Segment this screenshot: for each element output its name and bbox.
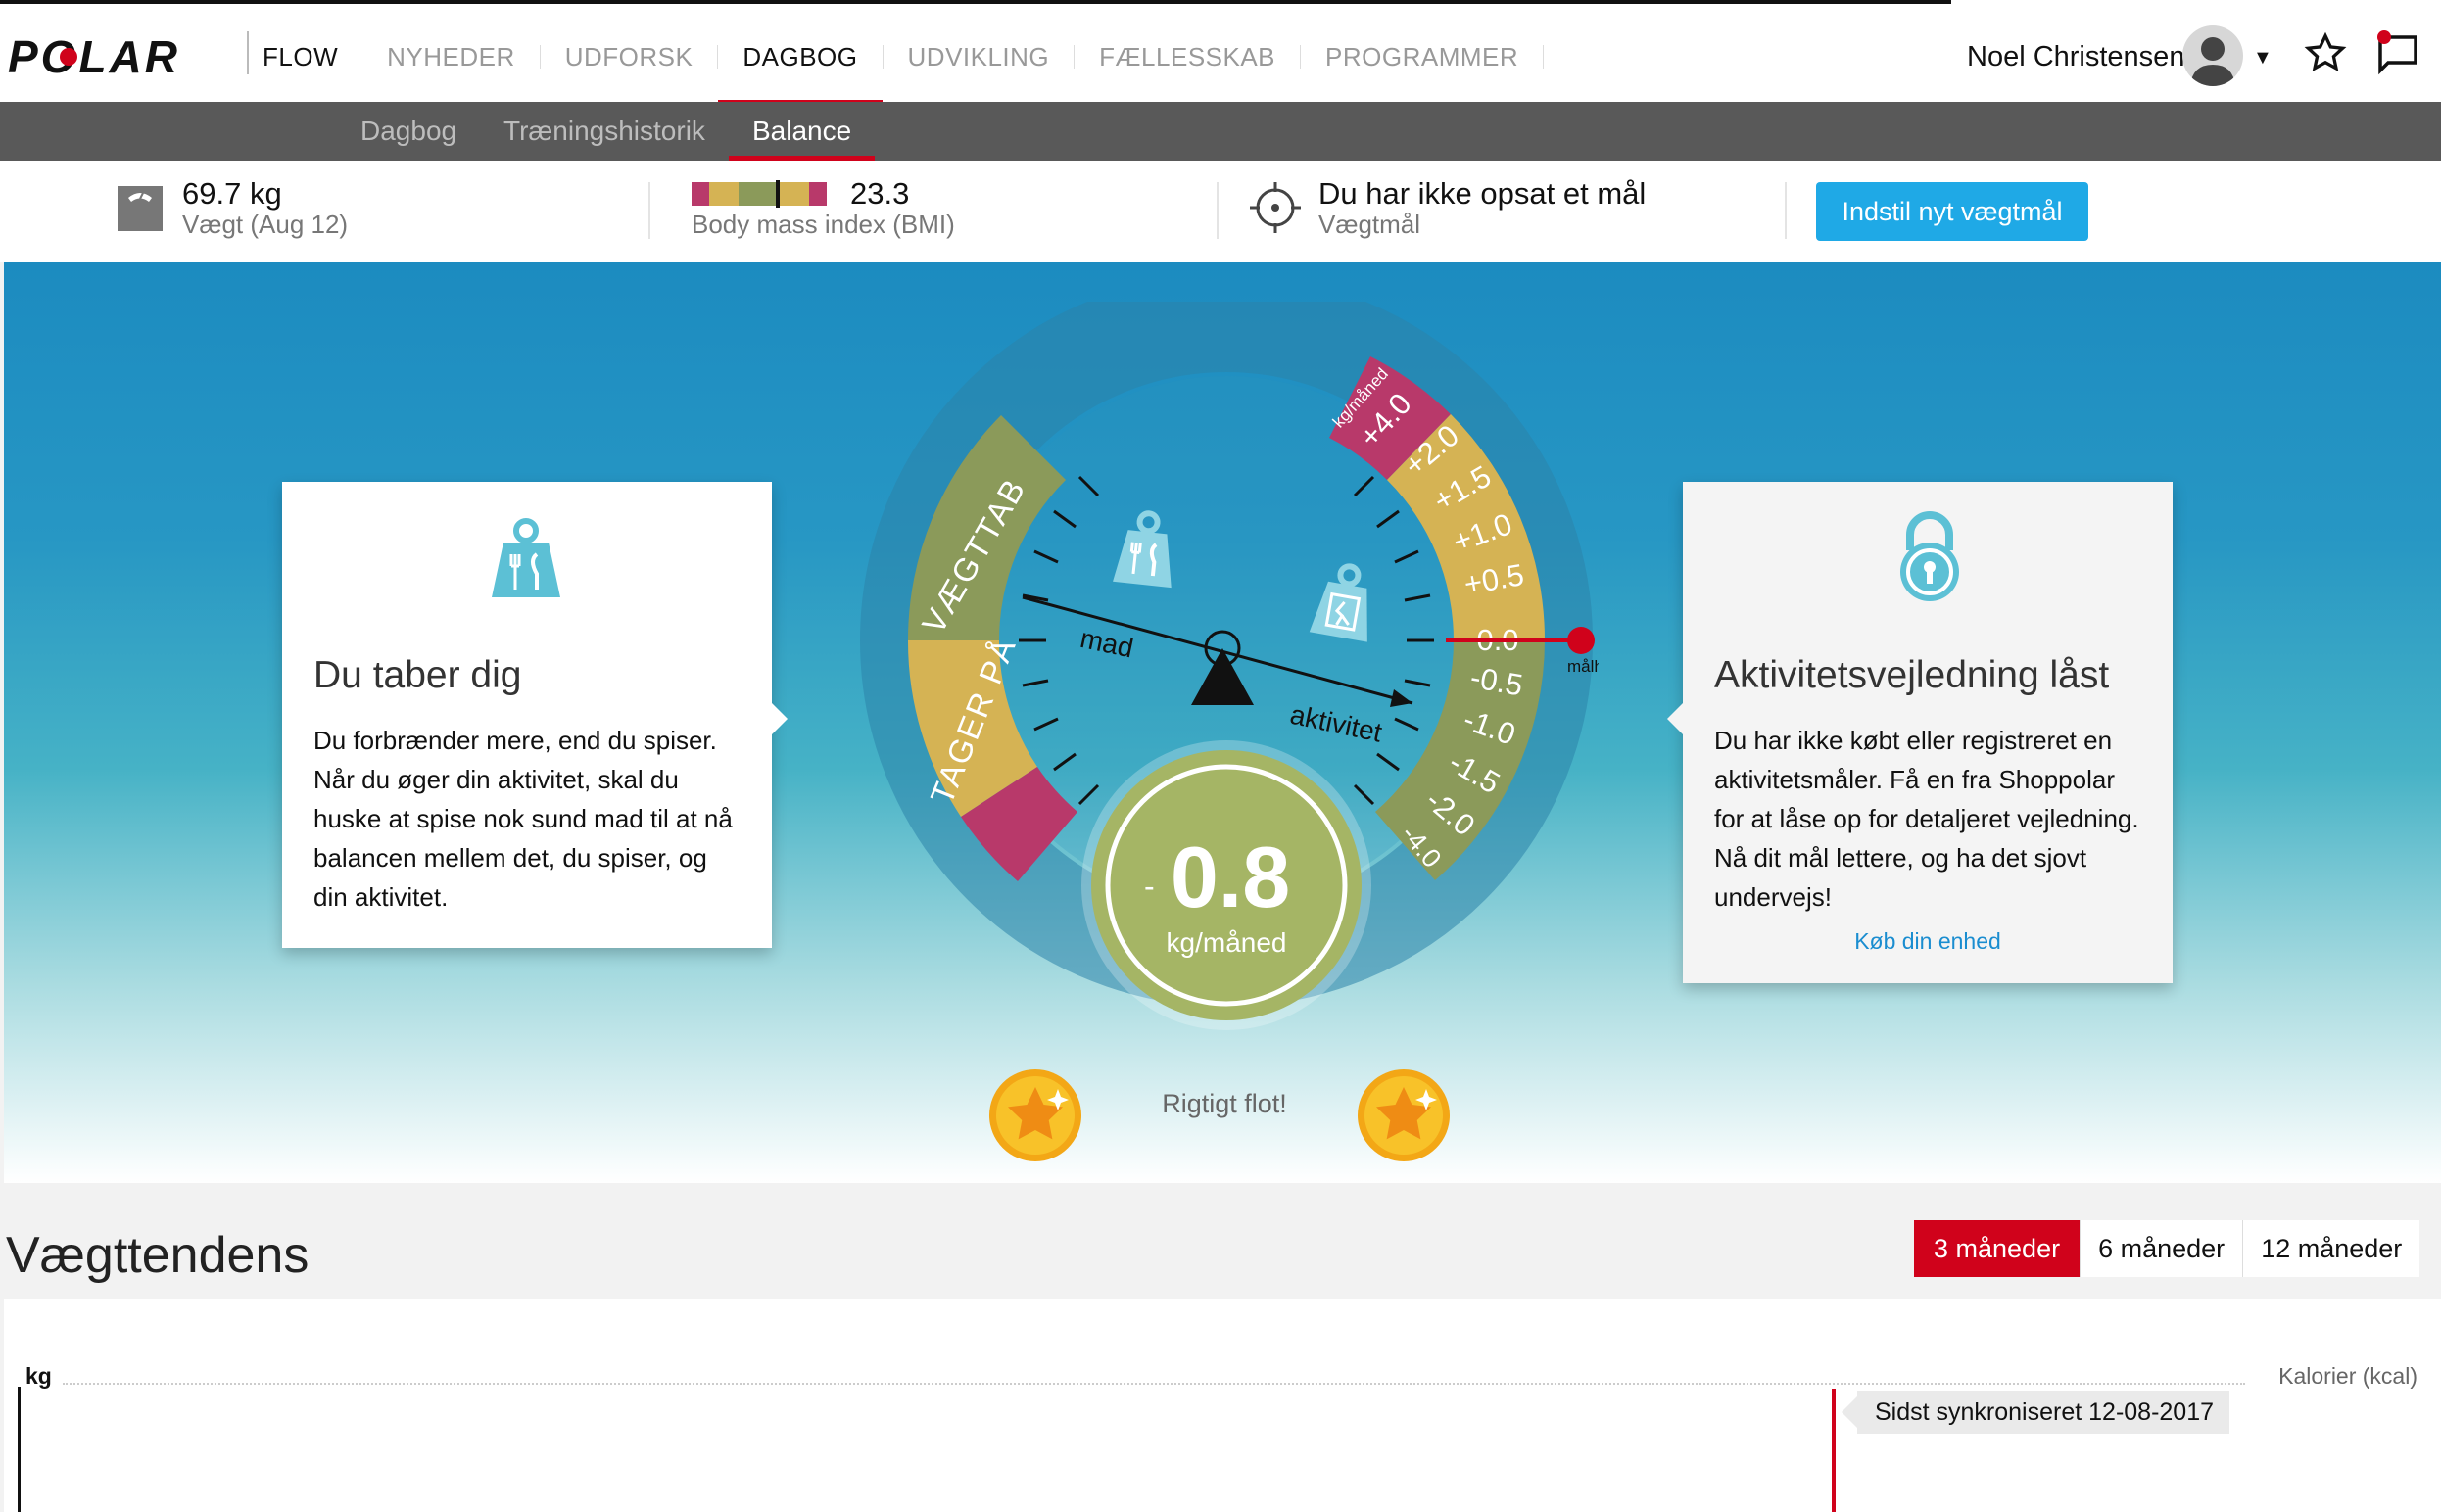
bmi-value: 23.3: [850, 176, 910, 211]
nav-udvikling[interactable]: UDVIKLING: [884, 8, 1075, 106]
goal-label: Vægtmål: [1318, 210, 1421, 239]
nav-faellesskab[interactable]: FÆLLESSKAB: [1075, 8, 1300, 106]
medal-star-icon: [989, 1069, 1081, 1161]
stats-bar: 69.7 kg Vægt (Aug 12) 23.3 Body mass ind…: [0, 161, 2441, 262]
chevron-down-icon[interactable]: ▼: [2253, 47, 2273, 70]
balance-hero: Du taber dig Du forbrænder mere, end du …: [4, 262, 2441, 1183]
status-card: Du taber dig Du forbrænder mere, end du …: [282, 482, 788, 948]
user-name[interactable]: Noel Christensen: [1967, 41, 2184, 73]
subnav-traeningshistorik[interactable]: Træningshistorik: [503, 102, 705, 161]
nav-nyheder[interactable]: NYHEDER: [362, 8, 540, 106]
target-icon: [1250, 182, 1301, 233]
range-tab-12-months[interactable]: 12 måneder: [2242, 1220, 2419, 1277]
nav-separator: [1543, 45, 1545, 69]
card-pointer: [1667, 703, 1683, 734]
sub-navigation: Dagbog Træningshistorik Balance: [0, 102, 2441, 161]
subnav-balance[interactable]: Balance: [728, 102, 876, 161]
nav-dagbog[interactable]: DAGBOG: [718, 8, 883, 106]
avatar-silhouette-icon: [2190, 37, 2235, 86]
top-navigation-bar: POLAR FLOW NYHEDER UDFORSK DAGBOG UDVIKL…: [0, 0, 2441, 106]
avatar[interactable]: [2182, 25, 2243, 86]
axis-label-kcal: Kalorier (kcal): [2278, 1363, 2417, 1389]
chart-gridline: [63, 1383, 2245, 1385]
range-tab-3-months[interactable]: 3 måneder: [1914, 1220, 2081, 1277]
card-pointer: [772, 703, 788, 734]
weight-trend-title: Vægttendens: [6, 1227, 310, 1284]
nav-udforsk[interactable]: UDFORSK: [541, 8, 718, 106]
balance-gauge: VÆGTTAB TAGER PÅ kg/måned +4.0 +2.0 +1.5…: [860, 302, 1599, 1030]
nav-flow[interactable]: FLOW: [247, 8, 362, 106]
last-sync-label: Sidst synkroniseret 12-08-2017: [1841, 1391, 2230, 1434]
stats-divider: [1217, 182, 1219, 239]
weight-value: 69.7 kg: [182, 176, 282, 211]
polar-logo[interactable]: POLAR: [8, 33, 233, 80]
message-icon[interactable]: [2374, 29, 2421, 76]
activity-guidance-text: Du har ikke købt eller registreret en ak…: [1714, 726, 2139, 912]
top-border-gap: [1951, 0, 2441, 4]
y-axis: [18, 1387, 21, 1512]
stats-divider: [1785, 182, 1787, 239]
praise-text: Rigtigt flot!: [1162, 1089, 1287, 1118]
buy-device-link[interactable]: Køb din enhed: [1683, 928, 2173, 955]
range-tabs: 3 måneder 6 måneder 12 måneder: [1914, 1220, 2420, 1277]
activity-guidance-card: Aktivitetsvejledning låst Du har ikke kø…: [1667, 482, 2173, 983]
medal-star-icon: [1358, 1069, 1450, 1161]
set-weight-goal-button[interactable]: Indstil nyt vægtmål: [1816, 182, 2088, 241]
status-title: Du taber dig: [313, 654, 522, 696]
goal-value: Du har ikke opsat et mål: [1318, 176, 1647, 211]
main-nav: FLOW NYHEDER UDFORSK DAGBOG UDVIKLING FÆ…: [247, 8, 1545, 106]
stats-divider: [648, 182, 650, 239]
logo-red-dot: [60, 48, 77, 66]
lock-icon: [1900, 511, 1959, 601]
weight-label: Vægt (Aug 12): [182, 210, 349, 239]
bmi-scale-icon: [692, 180, 827, 208]
value-number: 0.8: [1171, 828, 1290, 925]
target-marker: [1567, 627, 1595, 654]
activity-guidance-title: Aktivitetsvejledning låst: [1714, 654, 2110, 696]
axis-label-kg: kg: [25, 1363, 52, 1389]
bmi-label: Body mass index (BMI): [692, 210, 955, 239]
status-text: Du forbrænder mere, end du spiser. Når d…: [313, 726, 733, 912]
value-unit: kg/måned: [1167, 927, 1287, 958]
logo-text: POLAR: [8, 33, 180, 80]
subnav-dagbog[interactable]: Dagbog: [360, 102, 456, 161]
target-label: målhastighed: [1567, 657, 1599, 676]
food-weight-icon: [492, 518, 560, 597]
nav-programmer[interactable]: PROGRAMMER: [1301, 8, 1543, 106]
value-sign: -: [1144, 869, 1155, 904]
weight-trend-chart: kg Kalorier (kcal) Sidst synkroniseret 1…: [4, 1299, 2441, 1512]
last-sync-marker: [1832, 1389, 1836, 1512]
star-icon[interactable]: [2304, 31, 2347, 74]
scale-icon: [118, 186, 163, 231]
range-tab-6-months[interactable]: 6 måneder: [2080, 1220, 2242, 1277]
